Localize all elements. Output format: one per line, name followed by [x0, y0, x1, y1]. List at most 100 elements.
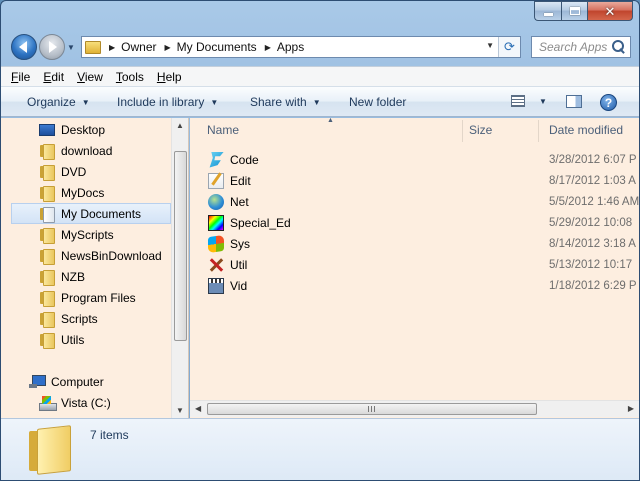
clapperboard-icon [208, 277, 224, 294]
file-row-net[interactable]: Net 5/5/2012 1:46 AM [206, 191, 639, 212]
file-row-sys[interactable]: Sys 8/14/2012 3:18 A [206, 233, 639, 254]
file-list-pane: ▲ Name Size Date modified Code 3/28/2012… [190, 117, 639, 418]
details-view-icon [511, 95, 525, 107]
caption-buttons: ✕ [534, 1, 633, 21]
command-bar: Organize ▼ Include in library ▼ Share with… [1, 87, 639, 117]
column-divider[interactable] [462, 120, 463, 142]
file-row-special-ed[interactable]: Special_Ed 5/29/2012 10:08 [206, 212, 639, 233]
column-header-date-modified[interactable]: Date modified [549, 118, 639, 142]
breadcrumb-my-documents[interactable]: My Documents [177, 40, 257, 54]
scrollbar-thumb[interactable] [174, 151, 187, 341]
folder-icon [40, 269, 55, 286]
breadcrumb-separator-icon[interactable]: ▶ [165, 43, 171, 52]
minimize-icon [543, 12, 553, 16]
recent-pages-dropdown[interactable]: ▼ [67, 43, 75, 52]
folder-icon [40, 290, 55, 307]
menu-tools[interactable]: Tools [116, 70, 144, 84]
scroll-right-icon[interactable]: ▶ [628, 404, 634, 413]
item-count: 7 items [90, 428, 129, 442]
hard-drive-icon [39, 395, 57, 411]
search-box[interactable]: Search Apps [531, 36, 631, 58]
forward-arrow-icon [49, 41, 57, 53]
nav-item-newsbindownload[interactable]: NewsBinDownload [13, 245, 171, 266]
edit-icon [208, 172, 224, 189]
scrollbar-thumb[interactable] [207, 403, 537, 415]
include-in-library-button[interactable]: Include in library ▼ [117, 95, 218, 109]
address-bar[interactable]: ▶ Owner ▶ My Documents ▶ Apps ▼ ⟳ [81, 36, 521, 58]
folder-icon [40, 164, 55, 181]
scroll-down-icon[interactable]: ▼ [176, 406, 184, 415]
navigation-pane: Desktop download DVD MyDocs My Documents… [1, 118, 189, 418]
scroll-up-icon[interactable]: ▲ [176, 121, 184, 130]
nav-item-computer[interactable]: Computer [13, 371, 171, 392]
nav-item-my-documents[interactable]: My Documents [11, 203, 171, 224]
nav-item-nzb[interactable]: NZB [13, 266, 171, 287]
file-row-code[interactable]: Code 3/28/2012 6:07 P [206, 149, 639, 170]
desktop-icon [39, 123, 55, 136]
nav-item-download[interactable]: download [13, 140, 171, 161]
breadcrumb-separator-icon[interactable]: ▶ [109, 43, 115, 52]
chevron-down-icon: ▼ [210, 97, 219, 107]
nav-item-vista-drive[interactable]: Vista (C:) [13, 392, 171, 413]
maximize-icon [569, 7, 580, 15]
search-icon[interactable] [611, 39, 627, 55]
chevron-down-icon: ▼ [81, 97, 90, 107]
nav-item-desktop[interactable]: Desktop [13, 119, 171, 140]
refresh-icon: ⟳ [504, 39, 515, 54]
close-icon: ✕ [604, 3, 616, 19]
preview-pane-icon[interactable] [566, 95, 582, 108]
windows-logo-icon [208, 234, 224, 253]
chevron-down-icon: ▼ [539, 96, 547, 106]
refresh-button[interactable]: ⟳ [498, 37, 520, 57]
maximize-button[interactable] [561, 1, 587, 21]
back-button[interactable] [11, 34, 37, 60]
menu-edit[interactable]: Edit [43, 70, 64, 84]
folder-icon [40, 248, 55, 265]
help-icon[interactable]: ? [600, 94, 617, 111]
menu-bar: File Edit View Tools Help [1, 66, 639, 87]
breadcrumb-owner[interactable]: Owner [121, 40, 156, 54]
folder-icon [40, 143, 55, 160]
address-dropdown-icon[interactable]: ▼ [486, 41, 494, 50]
explorer-window: ✕ ▼ ▶ Owner ▶ My Documents ▶ Apps ▼ ⟳ Se… [0, 0, 640, 481]
details-pane: 7 items [1, 418, 639, 480]
folder-icon [40, 227, 55, 244]
code-icon [209, 151, 224, 168]
share-with-button[interactable]: Share with ▼ [250, 95, 321, 109]
breadcrumb-apps[interactable]: Apps [277, 40, 304, 54]
menu-help[interactable]: Help [157, 70, 182, 84]
file-list-horizontal-scrollbar[interactable]: ◀ ▶ [190, 400, 639, 417]
menu-view[interactable]: View [77, 70, 103, 84]
file-row-util[interactable]: Util 5/13/2012 10:17 [206, 254, 639, 275]
minimize-button[interactable] [534, 1, 561, 21]
grip-icon [368, 406, 376, 412]
nav-item-utils[interactable]: Utils [13, 329, 171, 350]
breadcrumb-separator-icon[interactable]: ▶ [265, 43, 271, 52]
scroll-left-icon[interactable]: ◀ [195, 404, 201, 413]
tools-icon [208, 257, 224, 273]
nav-item-program-files[interactable]: Program Files [13, 287, 171, 308]
new-folder-button[interactable]: New folder [349, 95, 406, 109]
close-button[interactable]: ✕ [587, 1, 633, 21]
globe-icon [208, 193, 224, 210]
file-row-edit[interactable]: Edit 8/17/2012 1:03 A [206, 170, 639, 191]
navigation-bar: ▼ ▶ Owner ▶ My Documents ▶ Apps ▼ ⟳ Sear… [1, 31, 639, 63]
nav-item-myscripts[interactable]: MyScripts [13, 224, 171, 245]
column-header-size[interactable]: Size [469, 118, 534, 142]
computer-icon [29, 375, 46, 388]
column-divider[interactable] [538, 120, 539, 142]
nav-pane-vertical-scrollbar[interactable]: ▲ ▼ [171, 118, 188, 418]
search-input[interactable]: Search Apps [539, 40, 611, 54]
organize-button[interactable]: Organize ▼ [27, 95, 90, 109]
file-row-vid[interactable]: Vid 1/18/2012 6:29 P [206, 275, 639, 296]
change-view-button[interactable]: ▼ [511, 95, 547, 107]
nav-item-scripts[interactable]: Scripts [13, 308, 171, 329]
special-ed-icon [208, 214, 224, 231]
nav-item-mydocs[interactable]: MyDocs [13, 182, 171, 203]
forward-button[interactable] [39, 34, 65, 60]
column-header-name[interactable]: Name [207, 118, 462, 142]
folder-icon [40, 311, 55, 328]
chevron-down-icon: ▼ [312, 97, 321, 107]
nav-item-dvd[interactable]: DVD [13, 161, 171, 182]
menu-file[interactable]: File [11, 70, 30, 84]
